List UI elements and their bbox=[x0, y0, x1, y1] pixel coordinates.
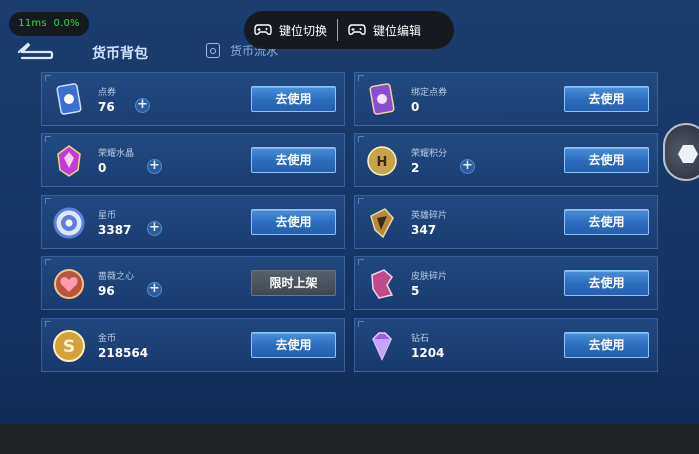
add-currency-button[interactable]: + bbox=[147, 282, 162, 297]
back-arrow-icon[interactable] bbox=[16, 41, 54, 61]
packet-loss-value: 0.0% bbox=[53, 18, 80, 29]
add-currency-button[interactable]: + bbox=[147, 221, 162, 236]
currency-amount: 5 bbox=[411, 284, 420, 298]
currency-amount: 2 bbox=[411, 161, 420, 175]
key-edit-label: 键位编辑 bbox=[373, 23, 422, 38]
use-button[interactable]: 去使用 bbox=[564, 270, 649, 296]
currency-name: 点券 bbox=[98, 88, 117, 98]
latency-value: 11ms bbox=[18, 18, 47, 29]
svg-text:S: S bbox=[63, 337, 75, 357]
use-button[interactable]: 去使用 bbox=[564, 147, 649, 173]
tab-currency-bag[interactable]: 货币背包 bbox=[92, 43, 148, 63]
hexagon-icon bbox=[678, 145, 698, 163]
game-screen: 11ms 0.0% 货币背包 货币流水 键位切换 键位编辑 点券 76 + 去使用 绑定… bbox=[0, 0, 699, 424]
svg-text:H: H bbox=[377, 155, 388, 170]
use-button[interactable]: 去使用 bbox=[564, 209, 649, 235]
currency-card: 英雄碎片 347 去使用 bbox=[354, 195, 658, 249]
currency-name: 绑定点券 bbox=[411, 88, 448, 98]
use-button[interactable]: 去使用 bbox=[564, 86, 649, 112]
key-switch-button[interactable]: 键位切换 bbox=[244, 11, 337, 49]
skin-fragment-icon bbox=[363, 265, 401, 303]
limited-time-button[interactable]: 限时上架 bbox=[251, 270, 336, 296]
currency-card: 钻石 1204 去使用 bbox=[354, 318, 658, 372]
gamepad-icon bbox=[254, 24, 272, 35]
glory-points-icon: H bbox=[363, 142, 401, 180]
perf-indicator: 11ms 0.0% bbox=[9, 12, 89, 36]
key-edit-button[interactable]: 键位编辑 bbox=[338, 11, 431, 49]
use-button[interactable]: 去使用 bbox=[251, 332, 336, 358]
bound-coupon-icon bbox=[363, 81, 401, 119]
currency-name: 皮肤碎片 bbox=[411, 272, 448, 282]
key-switch-label: 键位切换 bbox=[279, 23, 328, 38]
glory-crystal-icon bbox=[50, 142, 88, 180]
use-button[interactable]: 去使用 bbox=[564, 332, 649, 358]
star-coin-icon bbox=[50, 204, 88, 242]
currency-name: 英雄碎片 bbox=[411, 211, 448, 221]
gamepad-edit-icon bbox=[348, 24, 366, 35]
currency-card: 星币 3387 + 去使用 bbox=[41, 195, 345, 249]
ledger-icon bbox=[206, 43, 220, 58]
currency-name: 蔷薇之心 bbox=[98, 272, 135, 282]
use-button[interactable]: 去使用 bbox=[251, 86, 336, 112]
currency-amount: 96 bbox=[98, 284, 115, 298]
currency-card: H 荣耀积分 2 + 去使用 bbox=[354, 133, 658, 187]
currency-name: 星币 bbox=[98, 211, 117, 221]
currency-amount: 0 bbox=[98, 161, 107, 175]
side-float-button[interactable] bbox=[663, 123, 699, 181]
key-mapping-overlay: 键位切换 键位编辑 bbox=[244, 11, 454, 49]
currency-amount: 218564 bbox=[98, 346, 149, 360]
currency-name: 钻石 bbox=[411, 334, 430, 344]
currency-amount: 0 bbox=[411, 100, 420, 114]
currency-name: 荣耀积分 bbox=[411, 149, 448, 159]
add-currency-button[interactable]: + bbox=[460, 159, 475, 174]
coupon-icon bbox=[50, 81, 88, 119]
currency-amount: 347 bbox=[411, 223, 437, 237]
currency-card: 荣耀水晶 0 + 去使用 bbox=[41, 133, 345, 187]
use-button[interactable]: 去使用 bbox=[251, 147, 336, 173]
hero-fragment-icon bbox=[363, 204, 401, 242]
currency-card: 皮肤碎片 5 去使用 bbox=[354, 256, 658, 310]
currency-amount: 76 bbox=[98, 100, 115, 114]
use-button[interactable]: 去使用 bbox=[251, 209, 336, 235]
add-currency-button[interactable]: + bbox=[135, 98, 150, 113]
currency-name: 金币 bbox=[98, 334, 117, 344]
rose-heart-icon bbox=[50, 265, 88, 303]
currency-amount: 3387 bbox=[98, 223, 132, 237]
currency-name: 荣耀水晶 bbox=[98, 149, 135, 159]
gold-coin-icon: S bbox=[50, 327, 88, 365]
currency-card: S 金币 218564 去使用 bbox=[41, 318, 345, 372]
currency-card: 点券 76 + 去使用 bbox=[41, 72, 345, 126]
currency-card: 蔷薇之心 96 + 限时上架 bbox=[41, 256, 345, 310]
diamond-icon bbox=[363, 327, 401, 365]
add-currency-button[interactable]: + bbox=[147, 159, 162, 174]
bottom-bar bbox=[0, 424, 699, 454]
currency-amount: 1204 bbox=[411, 346, 445, 360]
currency-card: 绑定点券 0 去使用 bbox=[354, 72, 658, 126]
